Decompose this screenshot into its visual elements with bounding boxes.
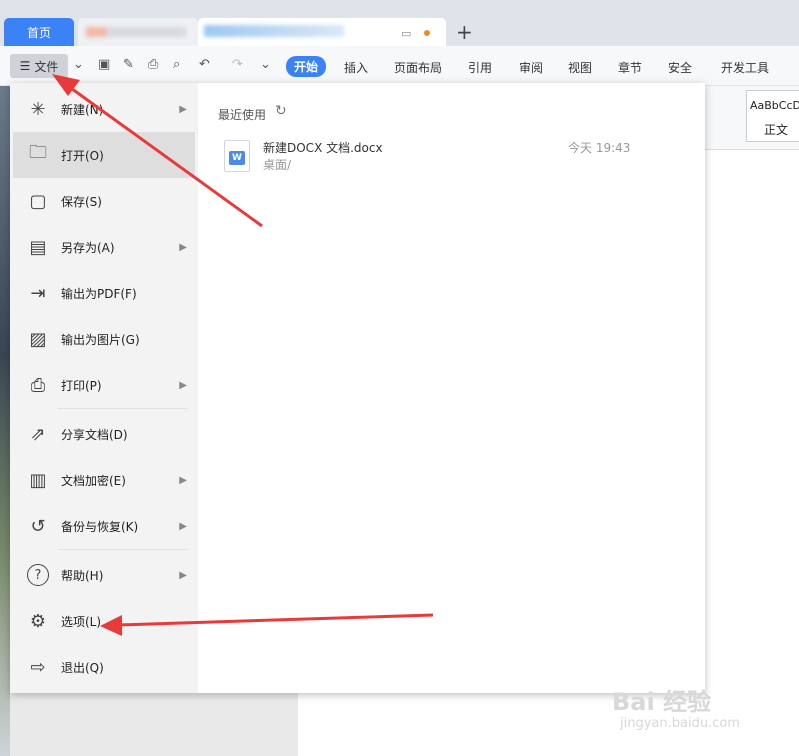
share-icon: ⇗ — [30, 423, 46, 445]
menu-item-label: 输出为PDF(F) — [61, 286, 137, 301]
ribbon-tab-developer[interactable]: 开发工具 — [721, 59, 769, 76]
save-icon: ▢ — [29, 190, 47, 212]
menu-item-gear[interactable]: ⚙ 选项(L) — [13, 598, 195, 644]
more-icon[interactable]: ⌄ — [260, 57, 271, 72]
toolbar: ☰ 文件 ⌄ ▣ ✎ ⎙ ⌕ ↶ ↷ ⌄ 开始 插入 页面布局 引用 审阅 视图… — [0, 46, 799, 86]
style-gallery-item[interactable]: AaBbCcD 正文 — [746, 90, 799, 142]
file-menu: ✳ 新建(N) ▶ 🗀 打开(O) ▢ 保存(S) ▤ 另存为(A) ▶ ⇥ 输出为PDF(F) ▨ 输出… — [10, 83, 705, 693]
print-preview-icon[interactable]: ⌕ — [173, 57, 180, 72]
ribbon-tab-view[interactable]: 视图 — [568, 59, 592, 76]
print-icon[interactable]: ⎙ — [148, 57, 158, 72]
ribbon-tab-security[interactable]: 安全 — [668, 59, 692, 76]
menu-item-open-folder[interactable]: 🗀 打开(O) — [13, 132, 195, 178]
menu-item-label: 退出(Q) — [61, 660, 104, 675]
menu-item-share[interactable]: ⇗ 分享文档(D) — [13, 411, 195, 457]
ribbon-tab-review[interactable]: 审阅 — [519, 59, 543, 76]
submenu-arrow-icon: ▶ — [179, 241, 187, 253]
new-tab-button[interactable]: + — [456, 20, 473, 44]
style-sample: AaBbCcD — [750, 99, 799, 112]
menu-item-label: 文档加密(E) — [61, 473, 126, 488]
recent-file-time: 今天 19:43 — [568, 141, 631, 155]
word-badge: W — [229, 151, 245, 165]
word-document-icon: W — [224, 140, 250, 172]
menu-item-save[interactable]: ▢ 保存(S) — [13, 178, 195, 224]
submenu-arrow-icon: ▶ — [179, 379, 187, 391]
export-pdf-icon: ⇥ — [30, 282, 46, 304]
watermark: Bai 经验 jingyan.baidu.com — [612, 682, 792, 742]
menu-separator — [58, 408, 188, 409]
ribbon-tab-page-layout[interactable]: 页面布局 — [394, 59, 442, 76]
menu-item-label: 打印(P) — [61, 378, 102, 393]
recent-file-item[interactable]: W 新建DOCX 文档.docx 桌面/ 今天 19:43 — [224, 138, 644, 174]
submenu-arrow-icon: ▶ — [179, 569, 187, 581]
backup-icon: ↺ — [30, 515, 46, 537]
menu-item-label: 选项(L) — [61, 614, 102, 629]
chevron-down-icon[interactable]: ⌄ — [73, 57, 84, 72]
background-window-strip — [0, 86, 10, 756]
save-icon[interactable]: ▣ — [98, 57, 110, 72]
menu-item-export-pdf[interactable]: ⇥ 输出为PDF(F) — [13, 270, 195, 316]
monitor-icon[interactable]: ▭ — [401, 27, 411, 40]
open-folder-icon: 🗀 — [29, 142, 47, 163]
ribbon-tab-insert[interactable]: 插入 — [344, 59, 368, 76]
blurred-tab-title — [86, 27, 186, 37]
help-icon: ? — [27, 564, 49, 586]
submenu-arrow-icon: ▶ — [179, 103, 187, 115]
watermark-url: jingyan.baidu.com — [620, 716, 740, 731]
file-menu-button[interactable]: ☰ 文件 — [10, 54, 68, 78]
format-painter-icon[interactable]: ✎ — [123, 57, 134, 72]
submenu-arrow-icon: ▶ — [179, 474, 187, 486]
recent-file-name: 新建DOCX 文档.docx — [263, 141, 383, 155]
print-icon: ⎙ — [30, 374, 46, 396]
menu-separator — [58, 549, 188, 550]
tab-bar: 首页 ▭ + — [0, 0, 799, 46]
menu-item-label: 输出为图片(G) — [61, 332, 140, 347]
menu-item-help[interactable]: ? 帮助(H) ▶ — [13, 552, 195, 598]
blurred-tab-title — [204, 25, 344, 37]
save-as-icon: ▤ — [29, 236, 47, 258]
menu-item-label: 保存(S) — [61, 194, 102, 209]
menu-item-export-image[interactable]: ▨ 输出为图片(G) — [13, 316, 195, 362]
tab-document-2[interactable]: ▭ — [198, 18, 446, 46]
menu-item-save-as[interactable]: ▤ 另存为(A) ▶ — [13, 224, 195, 270]
file-menu-list: ✳ 新建(N) ▶ 🗀 打开(O) ▢ 保存(S) ▤ 另存为(A) ▶ ⇥ 输出为PDF(F) ▨ 输出… — [10, 83, 198, 693]
tab-home[interactable]: 首页 — [4, 18, 74, 46]
exit-icon: ⇨ — [30, 656, 46, 678]
menu-item-label: 备份与恢复(K) — [61, 519, 139, 534]
style-name: 正文 — [764, 123, 789, 137]
menu-item-label: 帮助(H) — [61, 568, 104, 583]
menu-item-backup[interactable]: ↺ 备份与恢复(K) ▶ — [13, 503, 195, 549]
new-icon: ✳ — [30, 98, 46, 120]
export-image-icon: ▨ — [29, 328, 47, 350]
gear-icon: ⚙ — [29, 610, 47, 632]
ribbon-tab-chapter[interactable]: 章节 — [618, 59, 642, 76]
menu-item-new[interactable]: ✳ 新建(N) ▶ — [13, 86, 195, 132]
menu-item-label: 另存为(A) — [61, 240, 115, 255]
menu-item-label: 打开(O) — [61, 148, 104, 163]
submenu-arrow-icon: ▶ — [179, 520, 187, 532]
refresh-icon[interactable]: ↻ — [275, 103, 287, 119]
menu-item-print[interactable]: ⎙ 打印(P) ▶ — [13, 362, 195, 408]
unsaved-dot-icon — [424, 30, 430, 36]
ribbon-panel: AaBbCcD 正文 — [704, 86, 799, 150]
recent-files-title: 最近使用 — [218, 108, 267, 122]
ribbon-tab-start[interactable]: 开始 — [286, 56, 327, 77]
menu-item-label: 新建(N) — [61, 102, 104, 117]
menu-item-exit[interactable]: ⇨ 退出(Q) — [13, 644, 195, 690]
file-menu-label: 文件 — [34, 59, 59, 74]
tab-document-1[interactable] — [78, 18, 198, 46]
menu-item-label: 分享文档(D) — [61, 427, 128, 442]
encrypt-icon: ▥ — [29, 469, 47, 491]
watermark-logo-text: Bai 经验 — [612, 688, 712, 716]
menu-item-encrypt[interactable]: ▥ 文档加密(E) ▶ — [13, 457, 195, 503]
redo-icon[interactable]: ↷ — [232, 57, 243, 72]
hamburger-icon: ☰ — [19, 59, 31, 73]
ribbon-tab-references[interactable]: 引用 — [468, 59, 492, 76]
recent-file-path: 桌面/ — [263, 158, 292, 172]
undo-icon[interactable]: ↶ — [199, 57, 210, 72]
